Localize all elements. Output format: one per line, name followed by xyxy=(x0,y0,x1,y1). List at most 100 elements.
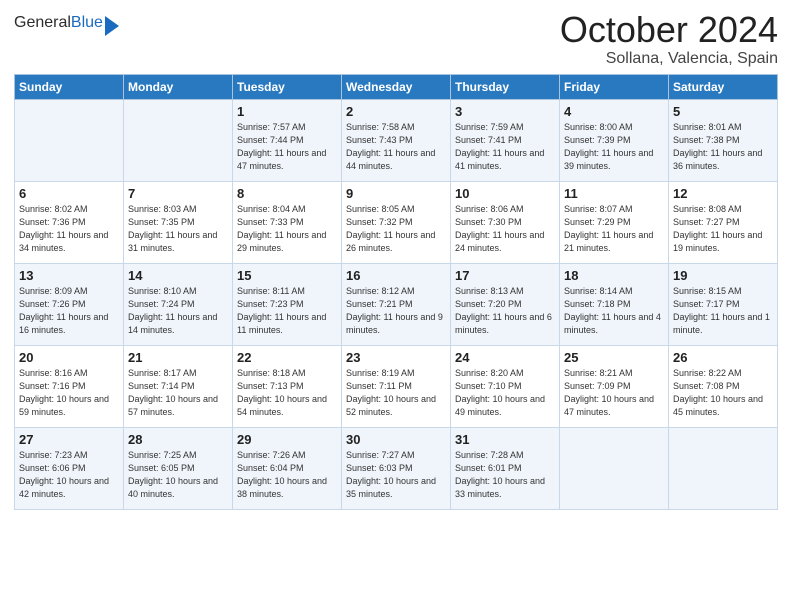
sunrise-text: Sunrise: 8:05 AM xyxy=(346,203,446,216)
sunrise-text: Sunrise: 8:06 AM xyxy=(455,203,555,216)
sunset-text: Sunset: 6:05 PM xyxy=(128,462,228,475)
day-number: 2 xyxy=(346,104,446,119)
sunset-text: Sunset: 7:09 PM xyxy=(564,380,664,393)
sunrise-text: Sunrise: 8:14 AM xyxy=(564,285,664,298)
sunrise-text: Sunrise: 7:23 AM xyxy=(19,449,119,462)
weekday-header: Tuesday xyxy=(233,74,342,99)
calendar-cell: 31 Sunrise: 7:28 AMSunset: 6:01 PMDayligh… xyxy=(451,427,560,509)
calendar-cell: 1Sunrise: 7:57 AMSunset: 7:44 PMDaylight… xyxy=(233,99,342,181)
day-number: 25 xyxy=(564,350,664,365)
logo-general-text: General xyxy=(14,14,71,31)
day-info: Sunrise: 7:57 AMSunset: 7:44 PMDaylight:… xyxy=(237,121,337,173)
day-number: 27 xyxy=(19,432,119,447)
weekday-header: Friday xyxy=(560,74,669,99)
sunset-text: Sunset: 7:18 PM xyxy=(564,298,664,311)
sunset-text: Sunset: 7:26 PM xyxy=(19,298,119,311)
day-number: 23 xyxy=(346,350,446,365)
calendar-week-row: 6Sunrise: 8:02 AMSunset: 7:36 PMDaylight… xyxy=(15,181,778,263)
day-number: 12 xyxy=(673,186,773,201)
day-number: 14 xyxy=(128,268,228,283)
sunset-text: Sunset: 7:36 PM xyxy=(19,216,119,229)
sunset-text: Sunset: 7:27 PM xyxy=(673,216,773,229)
sunrise-text: Sunrise: 8:22 AM xyxy=(673,367,773,380)
sunrise-text: Sunrise: 8:08 AM xyxy=(673,203,773,216)
daylight-text: Daylight: 10 hours and 40 minutes. xyxy=(128,475,228,501)
daylight-text: Daylight: 11 hours and 41 minutes. xyxy=(455,147,555,173)
day-info: Sunrise: 8:20 AMSunset: 7:10 PMDaylight:… xyxy=(455,367,555,419)
day-number: 13 xyxy=(19,268,119,283)
calendar-cell: 27 Sunrise: 7:23 AMSunset: 6:06 PMDayligh… xyxy=(15,427,124,509)
sunrise-text: Sunrise: 8:02 AM xyxy=(19,203,119,216)
sunrise-text: Sunrise: 7:27 AM xyxy=(346,449,446,462)
sunset-text: Sunset: 7:11 PM xyxy=(346,380,446,393)
calendar-cell: 17Sunrise: 8:13 AMSunset: 7:20 PMDayligh… xyxy=(451,263,560,345)
daylight-text: Daylight: 11 hours and 24 minutes. xyxy=(455,229,555,255)
day-info: Sunrise: 7:59 AMSunset: 7:41 PMDaylight:… xyxy=(455,121,555,173)
daylight-text: Daylight: 11 hours and 44 minutes. xyxy=(346,147,446,173)
sunrise-text: Sunrise: 8:10 AM xyxy=(128,285,228,298)
day-number: 22 xyxy=(237,350,337,365)
calendar-cell xyxy=(669,427,778,509)
calendar-week-row: 27 Sunrise: 7:23 AMSunset: 6:06 PMDayligh… xyxy=(15,427,778,509)
daylight-text: Daylight: 10 hours and 57 minutes. xyxy=(128,393,228,419)
sunset-text: Sunset: 7:41 PM xyxy=(455,134,555,147)
calendar-cell: 26Sunrise: 8:22 AMSunset: 7:08 PMDayligh… xyxy=(669,345,778,427)
daylight-text: Daylight: 11 hours and 29 minutes. xyxy=(237,229,337,255)
sunrise-text: Sunrise: 8:19 AM xyxy=(346,367,446,380)
sunset-text: Sunset: 7:35 PM xyxy=(128,216,228,229)
sunrise-text: Sunrise: 7:26 AM xyxy=(237,449,337,462)
daylight-text: Daylight: 11 hours and 9 minutes. xyxy=(346,311,446,337)
day-info: Sunrise: 8:21 AMSunset: 7:09 PMDaylight:… xyxy=(564,367,664,419)
day-info: Sunrise: 7:26 AMSunset: 6:04 PMDaylight:… xyxy=(237,449,337,501)
sunset-text: Sunset: 7:44 PM xyxy=(237,134,337,147)
day-info: Sunrise: 7:23 AMSunset: 6:06 PMDaylight:… xyxy=(19,449,119,501)
daylight-text: Daylight: 10 hours and 59 minutes. xyxy=(19,393,119,419)
calendar-cell: 11Sunrise: 8:07 AMSunset: 7:29 PMDayligh… xyxy=(560,181,669,263)
calendar-cell: 4Sunrise: 8:00 AMSunset: 7:39 PMDaylight… xyxy=(560,99,669,181)
calendar-cell: 7Sunrise: 8:03 AMSunset: 7:35 PMDaylight… xyxy=(124,181,233,263)
daylight-text: Daylight: 11 hours and 1 minute. xyxy=(673,311,773,337)
day-info: Sunrise: 8:06 AMSunset: 7:30 PMDaylight:… xyxy=(455,203,555,255)
day-number: 8 xyxy=(237,186,337,201)
daylight-text: Daylight: 10 hours and 42 minutes. xyxy=(19,475,119,501)
daylight-text: Daylight: 11 hours and 4 minutes. xyxy=(564,311,664,337)
day-info: Sunrise: 8:18 AMSunset: 7:13 PMDaylight:… xyxy=(237,367,337,419)
sunrise-text: Sunrise: 8:13 AM xyxy=(455,285,555,298)
weekday-header: Monday xyxy=(124,74,233,99)
day-number: 17 xyxy=(455,268,555,283)
day-number: 30 xyxy=(346,432,446,447)
sunrise-text: Sunrise: 8:18 AM xyxy=(237,367,337,380)
sunrise-text: Sunrise: 8:16 AM xyxy=(19,367,119,380)
day-info: Sunrise: 8:19 AMSunset: 7:11 PMDaylight:… xyxy=(346,367,446,419)
day-info: Sunrise: 8:10 AMSunset: 7:24 PMDaylight:… xyxy=(128,285,228,337)
daylight-text: Daylight: 11 hours and 26 minutes. xyxy=(346,229,446,255)
sunset-text: Sunset: 7:16 PM xyxy=(19,380,119,393)
day-number: 16 xyxy=(346,268,446,283)
daylight-text: Daylight: 10 hours and 38 minutes. xyxy=(237,475,337,501)
sunrise-text: Sunrise: 8:21 AM xyxy=(564,367,664,380)
day-info: Sunrise: 8:04 AMSunset: 7:33 PMDaylight:… xyxy=(237,203,337,255)
header: GeneralBlue October 2024 Sollana, Valenc… xyxy=(14,10,778,68)
day-info: Sunrise: 8:02 AMSunset: 7:36 PMDaylight:… xyxy=(19,203,119,255)
day-number: 19 xyxy=(673,268,773,283)
sunset-text: Sunset: 7:21 PM xyxy=(346,298,446,311)
title-block: October 2024 Sollana, Valencia, Spain xyxy=(560,10,778,68)
daylight-text: Daylight: 11 hours and 39 minutes. xyxy=(564,147,664,173)
day-info: Sunrise: 7:28 AMSunset: 6:01 PMDaylight:… xyxy=(455,449,555,501)
calendar-cell: 15Sunrise: 8:11 AMSunset: 7:23 PMDayligh… xyxy=(233,263,342,345)
sunset-text: Sunset: 6:03 PM xyxy=(346,462,446,475)
day-info: Sunrise: 8:08 AMSunset: 7:27 PMDaylight:… xyxy=(673,203,773,255)
weekday-header: Sunday xyxy=(15,74,124,99)
day-info: Sunrise: 7:25 AMSunset: 6:05 PMDaylight:… xyxy=(128,449,228,501)
sunset-text: Sunset: 7:32 PM xyxy=(346,216,446,229)
day-info: Sunrise: 8:12 AMSunset: 7:21 PMDaylight:… xyxy=(346,285,446,337)
day-number: 31 xyxy=(455,432,555,447)
sunrise-text: Sunrise: 7:59 AM xyxy=(455,121,555,134)
calendar-cell: 20Sunrise: 8:16 AMSunset: 7:16 PMDayligh… xyxy=(15,345,124,427)
sunrise-text: Sunrise: 8:01 AM xyxy=(673,121,773,134)
sunset-text: Sunset: 6:04 PM xyxy=(237,462,337,475)
day-info: Sunrise: 7:27 AMSunset: 6:03 PMDaylight:… xyxy=(346,449,446,501)
calendar-cell: 19Sunrise: 8:15 AMSunset: 7:17 PMDayligh… xyxy=(669,263,778,345)
location: Sollana, Valencia, Spain xyxy=(560,50,778,68)
daylight-text: Daylight: 11 hours and 19 minutes. xyxy=(673,229,773,255)
